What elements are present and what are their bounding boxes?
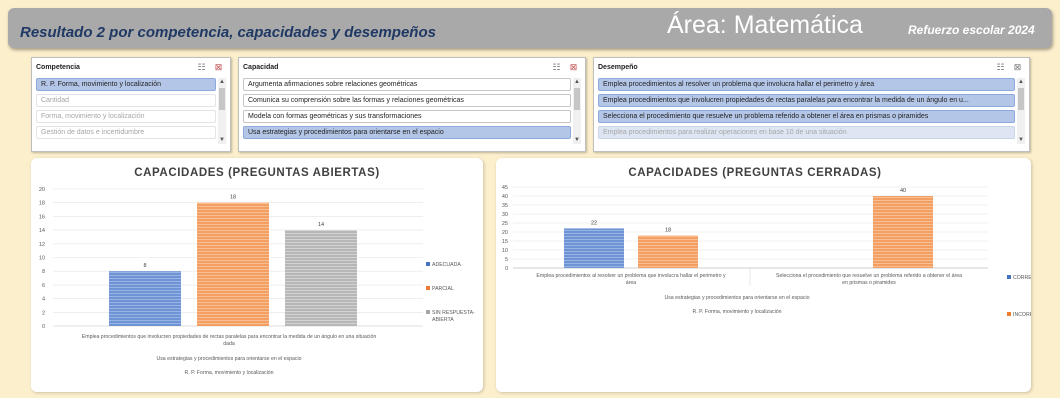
legend-label: CORRECTA [1013,275,1031,281]
slicer-item[interactable]: Comunica su comprensión sobre las formas… [243,94,571,107]
bar-adecuada[interactable] [109,271,181,326]
category-label-desempeno: Emplea procedimientos al resolver un pro… [536,273,726,286]
slicer-title: Competencia [36,64,80,71]
category-label-competencia: R. P. Forma, movimiento y localización [693,309,782,315]
program-label: Refuerzo escolar 2024 [908,23,1035,37]
clear-filter-icon[interactable]: ⊠ [1012,62,1023,72]
y-tick-label: 45 [502,185,508,191]
y-tick-label: 8 [42,269,45,275]
y-tick-label: 2 [42,310,45,316]
category-label-desempeno: Emplea procedimientos que involucren pro… [82,334,377,347]
category-label-capacidad: Usa estrategias y procedimientos para or… [664,295,809,301]
category-label-desempeno: Selecciona el procedimiento que resuelve… [776,273,962,286]
slicer-item[interactable]: Emplea procedimientos para realizar oper… [598,126,1015,139]
multi-select-icon[interactable]: ☷ [995,62,1006,72]
data-label: 18 [230,195,236,201]
open-questions-svg: CAPACIDADES (PREGUNTAS ABIERTAS) 0 2 4 6 8 10… [39,167,475,376]
open-questions-chart[interactable]: CAPACIDADES (PREGUNTAS ABIERTAS) 0 2 4 6 8 10… [31,158,483,392]
slicer-item[interactable]: Emplea procedimientos al resolver un pro… [598,78,1015,91]
legend-label: ADECUADA [432,262,461,268]
legend-label: PARCIAL [432,286,454,292]
slicer-item[interactable]: Usa estrategias y procedimientos para or… [243,126,571,139]
bar-parcial[interactable] [197,202,269,326]
scroll-down-icon[interactable]: ▼ [573,136,581,144]
slicer-list: Emplea procedimientos al resolver un pro… [598,78,1015,139]
y-tick-label: 40 [502,194,508,200]
y-tick-label: 0 [505,266,508,272]
scroll-thumb[interactable] [574,88,580,110]
slicer-title: Desempeño [598,64,638,71]
data-label: 18 [665,228,671,234]
slicer-list: R. P. Forma, movimiento y localización Ca… [36,78,216,139]
slicer-scrollbar[interactable]: ▲ ▼ [573,78,581,144]
slicer-item[interactable]: Modela con formas geométricas y sus tran… [243,110,571,123]
legend-label: INCORRECTA [1013,312,1031,318]
multi-select-icon[interactable]: ☷ [196,62,207,72]
scroll-up-icon[interactable]: ▲ [1017,78,1025,86]
y-tick-label: 0 [42,324,45,330]
page-subtitle: Resultado 2 por competencia, capacidades… [20,24,436,41]
legend-swatch [1007,275,1011,279]
slicer-list: Argumenta afirmaciones sobre relaciones … [243,78,571,139]
bar-incorrecta[interactable] [873,196,933,268]
legend-swatch [426,310,430,314]
category-label-capacidad: Usa estrategias y procedimientos para or… [156,356,301,362]
slicer-title: Capacidad [243,64,279,71]
y-tick-label: 6 [42,283,45,289]
chart-title: CAPACIDADES (PREGUNTAS CERRADAS) [628,167,881,179]
bar-correcta[interactable] [564,228,624,268]
slicer-item[interactable]: Selecciona el procedimiento que resuelve… [598,110,1015,123]
y-tick-label: 16 [39,214,45,220]
competencia-slicer: Competencia ☷ ⊠ R. P. Forma, movimiento … [31,57,231,152]
y-tick-label: 14 [39,228,45,234]
scroll-down-icon[interactable]: ▼ [1017,136,1025,144]
scroll-down-icon[interactable]: ▼ [218,136,226,144]
y-tick-label: 5 [505,257,508,263]
data-label: 22 [591,220,597,226]
closed-questions-chart[interactable]: CAPACIDADES (PREGUNTAS CERRADAS) 0 5 10 15 2… [496,158,1031,392]
slicer-item[interactable]: Emplea procedimientos que involucren pro… [598,94,1015,107]
slicer-item[interactable]: Forma, movimiento y localización [36,110,216,123]
slicer-item[interactable]: R. P. Forma, movimiento y localización [36,78,216,91]
capacidad-slicer: Capacidad ☷ ⊠ Argumenta afirmaciones sob… [238,57,586,152]
clear-filter-icon[interactable]: ⊠ [213,62,224,72]
y-tick-label: 12 [39,242,45,248]
y-tick-label: 30 [502,212,508,218]
data-label: 40 [900,188,906,194]
legend-label: SIN RESPUESTA-ABIERTA [432,310,475,323]
data-label: 14 [318,222,324,228]
slicer-scrollbar[interactable]: ▲ ▼ [1017,78,1025,144]
slicer-item[interactable]: Cantidad [36,94,216,107]
slicer-item[interactable]: Argumenta afirmaciones sobre relaciones … [243,78,571,91]
slicer-scrollbar[interactable]: ▲ ▼ [218,78,226,144]
y-tick-label: 15 [502,239,508,245]
category-label-competencia: R. P. Forma, movimiento y localización [185,370,274,376]
header-banner: Resultado 2 por competencia, capacidades… [8,8,1052,48]
scroll-thumb[interactable] [219,88,225,110]
chart-title: CAPACIDADES (PREGUNTAS ABIERTAS) [134,167,380,179]
closed-questions-svg: CAPACIDADES (PREGUNTAS CERRADAS) 0 5 10 15 2… [502,167,1031,318]
y-tick-label: 20 [39,187,45,193]
bar-sin-respuesta-abierta[interactable] [285,230,357,326]
legend-swatch [426,286,430,290]
y-tick-label: 25 [502,221,508,227]
page-title: Área: Matemática [667,11,863,39]
y-tick-label: 10 [39,256,45,262]
y-tick-label: 18 [39,201,45,207]
desempeno-slicer: Desempeño ☷ ⊠ Emplea procedimientos al r… [593,57,1030,152]
legend-swatch [1007,312,1011,316]
slicer-item[interactable]: Gestión de datos e incertidumbre [36,126,216,139]
scroll-up-icon[interactable]: ▲ [218,78,226,86]
multi-select-icon[interactable]: ☷ [551,62,562,72]
data-label: 8 [143,263,146,269]
y-tick-label: 20 [502,230,508,236]
y-tick-label: 4 [42,297,45,303]
y-tick-label: 10 [502,248,508,254]
clear-filter-icon[interactable]: ⊠ [568,62,579,72]
scroll-up-icon[interactable]: ▲ [573,78,581,86]
bar-incorrecta[interactable] [638,235,698,268]
scroll-thumb[interactable] [1018,88,1024,110]
y-tick-label: 35 [502,203,508,209]
legend-swatch [426,262,430,266]
